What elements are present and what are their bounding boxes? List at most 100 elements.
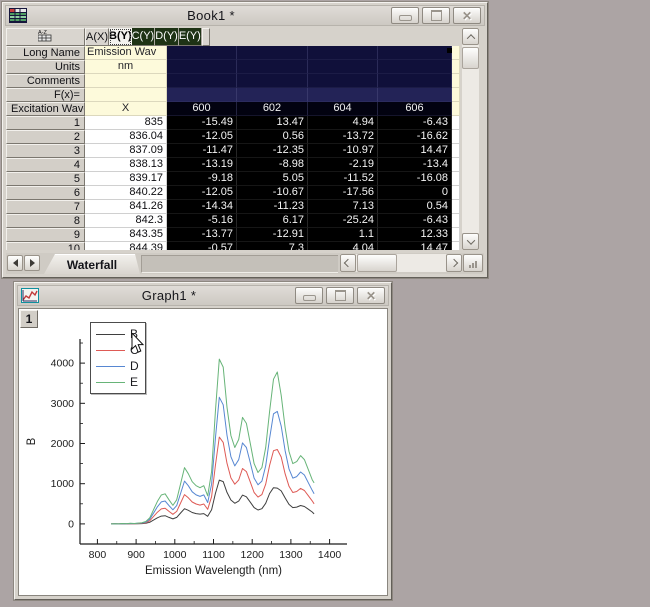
- graph1-maximize-button[interactable]: [326, 287, 354, 304]
- cell-d[interactable]: 604: [308, 102, 378, 116]
- cell-e[interactable]: 0: [378, 186, 452, 200]
- cell-e[interactable]: 14.47: [378, 242, 452, 250]
- cell-b[interactable]: [167, 60, 237, 74]
- cell-b[interactable]: -9.18: [167, 172, 237, 186]
- cell-b[interactable]: -13.19: [167, 158, 237, 172]
- legend-entry-D[interactable]: D: [96, 358, 139, 374]
- cell-partial[interactable]: [452, 88, 460, 102]
- cell-b[interactable]: [167, 74, 237, 88]
- cell-c[interactable]: -12.35: [237, 144, 308, 158]
- vscroll-thumb[interactable]: [462, 47, 479, 69]
- cell-partial[interactable]: [452, 46, 460, 60]
- cell-partial[interactable]: [452, 228, 460, 242]
- sheet-tab-waterfall[interactable]: Waterfall: [44, 254, 140, 274]
- cell-a[interactable]: 837.09: [85, 144, 167, 158]
- row-header-5[interactable]: 5: [6, 172, 85, 186]
- cell-partial[interactable]: [452, 102, 460, 116]
- cell-d[interactable]: [308, 88, 378, 102]
- scroll-up-button[interactable]: [462, 28, 479, 45]
- cell-b[interactable]: -0.57: [167, 242, 237, 250]
- cell-b[interactable]: [167, 46, 237, 60]
- hscroll-thumb[interactable]: [357, 254, 397, 272]
- row-header-6[interactable]: 6: [6, 186, 85, 200]
- cell-c[interactable]: -10.67: [237, 186, 308, 200]
- graph1-minimize-button[interactable]: [295, 287, 323, 304]
- cell-a-excitation-wavel[interactable]: X: [85, 102, 167, 116]
- cell-a-f-x--[interactable]: [85, 88, 167, 102]
- column-header-a[interactable]: A(X): [85, 28, 109, 46]
- cell-e[interactable]: 606: [378, 102, 452, 116]
- cell-e[interactable]: 0.54: [378, 200, 452, 214]
- column-header-c[interactable]: C(Y): [132, 28, 156, 46]
- cell-a[interactable]: 835: [85, 116, 167, 130]
- column-header-d[interactable]: D(Y): [155, 28, 179, 46]
- row-label-units[interactable]: Units: [6, 60, 85, 74]
- cell-d[interactable]: [308, 46, 378, 60]
- cell-b[interactable]: -15.49: [167, 116, 237, 130]
- resize-grip[interactable]: [463, 254, 483, 272]
- cell-d[interactable]: -17.56: [308, 186, 378, 200]
- cell-partial[interactable]: [452, 200, 460, 214]
- row-header-1[interactable]: 1: [6, 116, 85, 130]
- cell-b[interactable]: -14.34: [167, 200, 237, 214]
- cell-d[interactable]: [308, 74, 378, 88]
- cell-e[interactable]: -6.43: [378, 214, 452, 228]
- cell-b[interactable]: -11.47: [167, 144, 237, 158]
- cell-c[interactable]: 602: [237, 102, 308, 116]
- cell-partial[interactable]: [452, 172, 460, 186]
- cell-b[interactable]: -12.05: [167, 186, 237, 200]
- cell-e[interactable]: -6.43: [378, 116, 452, 130]
- column-header-partial[interactable]: [202, 28, 210, 46]
- cell-partial[interactable]: [452, 74, 460, 88]
- cell-b[interactable]: 600: [167, 102, 237, 116]
- cell-e[interactable]: [378, 60, 452, 74]
- cell-c[interactable]: 0.56: [237, 130, 308, 144]
- scroll-left-button[interactable]: [340, 254, 356, 272]
- cell-d[interactable]: -11.52: [308, 172, 378, 186]
- selection-handle[interactable]: [447, 48, 452, 53]
- cell-c[interactable]: 13.47: [237, 116, 308, 130]
- cell-b[interactable]: -5.16: [167, 214, 237, 228]
- cell-c[interactable]: -12.91: [237, 228, 308, 242]
- cell-d[interactable]: -13.72: [308, 130, 378, 144]
- clipped-row[interactable]: 10844.39-0.577.34.0414.47: [6, 242, 461, 250]
- cell-partial[interactable]: [452, 214, 460, 228]
- cell-e[interactable]: -16.08: [378, 172, 452, 186]
- cell-c[interactable]: [237, 74, 308, 88]
- scroll-right-button[interactable]: [446, 254, 462, 272]
- row-header-9[interactable]: 9: [6, 228, 85, 242]
- row-header-8[interactable]: 8: [6, 214, 85, 228]
- cell-c[interactable]: 7.3: [237, 242, 308, 250]
- cell-partial[interactable]: [452, 242, 460, 250]
- legend-entry-E[interactable]: E: [96, 374, 139, 390]
- cell-c[interactable]: [237, 46, 308, 60]
- cell-d[interactable]: -25.24: [308, 214, 378, 228]
- cell-d[interactable]: 1.1: [308, 228, 378, 242]
- cell-a[interactable]: 836.04: [85, 130, 167, 144]
- book1-maximize-button[interactable]: [422, 7, 450, 24]
- row-label-excitation-wavel[interactable]: Excitation Wavel: [6, 102, 85, 116]
- row-label-f-x--[interactable]: F(x)=: [6, 88, 85, 102]
- row-header-7[interactable]: 7: [6, 200, 85, 214]
- cell-partial[interactable]: [452, 116, 460, 130]
- cell-a[interactable]: 844.39: [85, 242, 167, 250]
- book1-window[interactable]: Book1 * ✕ A-ZA(X)B(Y)C(Y)D(Y)E(Y)Long Na…: [2, 2, 488, 278]
- cell-partial[interactable]: [452, 60, 460, 74]
- corner-selector-cell[interactable]: A-Z: [6, 28, 85, 46]
- book1-titlebar[interactable]: Book1 * ✕: [5, 5, 485, 26]
- horizontal-scrollbar[interactable]: [340, 254, 462, 272]
- row-header-4[interactable]: 4: [6, 158, 85, 172]
- cell-d[interactable]: 7.13: [308, 200, 378, 214]
- cell-a-comments[interactable]: [85, 74, 167, 88]
- cell-d[interactable]: -10.97: [308, 144, 378, 158]
- cell-a[interactable]: 839.17: [85, 172, 167, 186]
- row-header-10[interactable]: 10: [6, 242, 85, 250]
- row-header-2[interactable]: 2: [6, 130, 85, 144]
- graph1-close-button[interactable]: ✕: [357, 287, 385, 304]
- cell-a[interactable]: 840.22: [85, 186, 167, 200]
- column-header-b[interactable]: B(Y): [109, 28, 132, 46]
- cell-c[interactable]: -8.98: [237, 158, 308, 172]
- cell-c[interactable]: [237, 88, 308, 102]
- cell-a[interactable]: 838.13: [85, 158, 167, 172]
- cell-a[interactable]: 841.26: [85, 200, 167, 214]
